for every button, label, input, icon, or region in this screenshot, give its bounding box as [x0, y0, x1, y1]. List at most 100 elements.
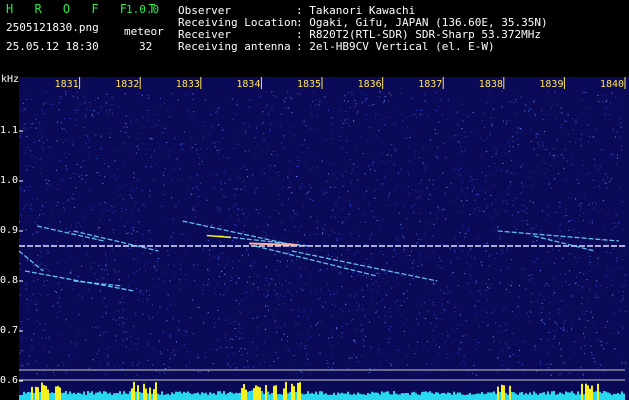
- noise-speckle: [35, 303, 37, 305]
- noise-speckle: [147, 120, 149, 122]
- noise-speckle: [425, 100, 426, 102]
- noise-speckle: [540, 231, 542, 233]
- noise-speckle: [300, 275, 302, 277]
- noise-speckle: [513, 205, 515, 207]
- level-bar: [521, 392, 523, 400]
- noise-speckle: [197, 307, 199, 309]
- noise-speckle: [122, 362, 124, 364]
- noise-speckle: [85, 339, 86, 341]
- noise-speckle: [590, 345, 592, 347]
- noise-speckle: [167, 108, 169, 110]
- noise-speckle: [196, 149, 197, 151]
- noise-speckle: [338, 110, 340, 112]
- noise-speckle: [561, 285, 563, 287]
- level-bar: [153, 389, 155, 400]
- noise-speckle: [441, 303, 443, 305]
- noise-speckle: [345, 171, 347, 172]
- level-bar: [307, 391, 309, 400]
- level-bar: [393, 391, 395, 400]
- noise-speckle: [457, 141, 459, 143]
- noise-speckle: [241, 208, 243, 210]
- noise-speckle: [215, 146, 217, 148]
- noise-speckle: [559, 225, 561, 227]
- noise-speckle: [154, 349, 156, 351]
- noise-speckle: [304, 267, 306, 269]
- noise-speckle: [420, 239, 422, 241]
- noise-speckle: [153, 265, 155, 267]
- noise-speckle: [100, 290, 101, 292]
- noise-speckle: [608, 114, 610, 115]
- noise-speckle: [281, 222, 283, 224]
- noise-speckle: [477, 291, 479, 293]
- level-bar: [225, 394, 227, 400]
- noise-speckle: [556, 323, 558, 325]
- noise-speckle: [561, 154, 563, 156]
- noise-speckle: [237, 214, 238, 216]
- noise-speckle: [563, 215, 565, 217]
- noise-speckle: [508, 347, 510, 349]
- noise-speckle: [238, 219, 240, 221]
- noise-speckle: [605, 109, 607, 111]
- level-bar: [187, 391, 189, 400]
- noise-speckle: [575, 282, 577, 284]
- noise-speckle: [587, 141, 589, 143]
- y-tick-label: 0.8: [0, 275, 19, 286]
- noise-speckle: [490, 174, 492, 176]
- level-bar: [189, 393, 191, 400]
- noise-speckle: [499, 168, 501, 170]
- x-tick-label: 1839: [539, 79, 564, 90]
- noise-speckle: [135, 314, 137, 316]
- noise-speckle: [602, 200, 604, 202]
- level-bar: [303, 394, 305, 400]
- noise-speckle: [455, 185, 457, 187]
- noise-speckle: [120, 130, 122, 132]
- noise-speckle: [341, 127, 343, 129]
- noise-speckle: [562, 329, 564, 331]
- noise-speckle: [598, 169, 600, 171]
- noise-speckle: [604, 371, 606, 373]
- noise-speckle: [320, 269, 321, 271]
- noise-speckle: [152, 364, 153, 366]
- noise-speckle: [511, 281, 513, 282]
- noise-speckle: [128, 275, 130, 277]
- noise-speckle: [28, 309, 30, 311]
- noise-speckle: [125, 131, 127, 133]
- noise-speckle: [227, 355, 229, 357]
- noise-speckle: [354, 100, 356, 102]
- noise-speckle: [305, 125, 307, 127]
- noise-speckle: [145, 270, 147, 272]
- noise-speckle: [176, 342, 178, 343]
- noise-speckle: [35, 359, 37, 361]
- noise-speckle: [322, 232, 324, 234]
- noise-speckle: [29, 150, 31, 152]
- noise-speckle: [285, 97, 287, 99]
- noise-speckle: [293, 210, 294, 212]
- level-bar: [267, 391, 269, 400]
- noise-speckle: [620, 310, 621, 312]
- noise-speckle: [149, 231, 151, 233]
- noise-speckle: [403, 205, 405, 207]
- level-bar: [461, 394, 463, 400]
- noise-speckle: [150, 253, 151, 254]
- noise-speckle: [270, 130, 271, 132]
- x-tick-label: 1835: [297, 79, 322, 90]
- noise-speckle: [242, 213, 244, 215]
- noise-speckle: [88, 146, 90, 148]
- noise-speckle: [553, 278, 555, 280]
- noise-speckle: [42, 213, 44, 215]
- noise-speckle: [156, 269, 158, 271]
- level-bar: [353, 393, 355, 400]
- noise-speckle: [258, 211, 260, 213]
- noise-speckle: [156, 261, 158, 263]
- noise-speckle: [605, 101, 607, 102]
- noise-speckle: [122, 339, 124, 341]
- noise-speckle: [199, 163, 201, 165]
- noise-speckle: [90, 109, 92, 111]
- noise-speckle: [310, 325, 312, 327]
- level-bar: [441, 393, 443, 400]
- noise-speckle: [435, 155, 437, 157]
- noise-speckle: [341, 325, 343, 327]
- noise-speckle: [107, 363, 109, 365]
- noise-speckle: [234, 194, 236, 196]
- noise-speckle: [310, 198, 312, 200]
